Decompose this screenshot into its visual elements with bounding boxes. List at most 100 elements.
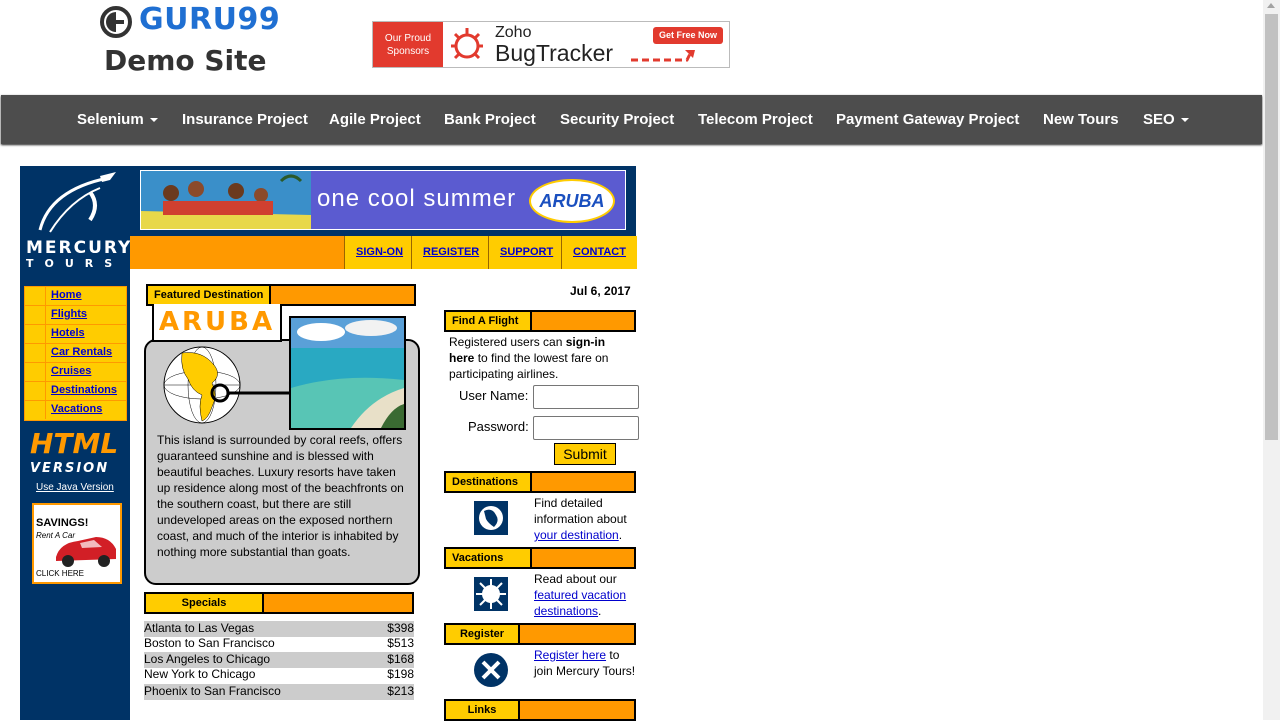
side-menu-item-home[interactable]: Home <box>25 287 126 306</box>
destinations-header: Destinations <box>444 471 636 493</box>
nav-bank-project[interactable]: Bank Project <box>444 95 536 144</box>
specials-row: Los Angeles to Chicago $168 <box>144 652 414 668</box>
sponsor-label: Our ProudSponsors <box>373 22 443 67</box>
register-here-link[interactable]: Register here <box>534 648 606 662</box>
specials-route: Phoenix to San Francisco <box>144 684 281 698</box>
mercury-logo-text: MERCURY <box>26 238 132 258</box>
chevron-down-icon <box>150 118 158 122</box>
register-link[interactable]: REGISTER <box>411 236 489 269</box>
scrollbar-thumb[interactable] <box>1265 14 1278 440</box>
submit-button[interactable]: Submit <box>554 443 616 465</box>
sun-icon <box>474 577 508 611</box>
specials-price: $168 <box>387 652 414 666</box>
specials-price: $398 <box>387 621 414 635</box>
password-input[interactable] <box>533 416 639 440</box>
sponsor-cta-button[interactable]: Get Free Now <box>653 27 723 44</box>
mercury-logo-subtext: TOURS <box>26 257 123 270</box>
ad-cta: CLICK HERE <box>36 569 84 578</box>
rent-a-car-ad[interactable]: SAVINGS! Rent A Car CLICK HERE <box>32 503 122 584</box>
username-label: User Name: <box>459 388 528 404</box>
support-link[interactable]: SUPPORT <box>488 236 562 269</box>
nav-agile-project[interactable]: Agile Project <box>329 95 421 144</box>
summer-banner: one cool summer ARUBA <box>130 166 636 236</box>
specials-route: Boston to San Francisco <box>144 636 275 650</box>
aruba-beach-photo <box>289 316 406 430</box>
nav-selenium[interactable]: Selenium <box>77 95 158 144</box>
people-on-raft-image <box>141 171 311 229</box>
destinations-text: Find detailed information about your des… <box>534 495 636 543</box>
featured-destination-header: Featured Destination <box>146 284 416 306</box>
register-header: Register <box>444 623 636 645</box>
red-car-icon <box>52 531 118 569</box>
aruba-banner-logo: ARUBA <box>529 179 615 223</box>
main-nav: Selenium Insurance Project Agile Project… <box>1 95 1262 144</box>
html-version-logo: HTML <box>30 427 118 460</box>
banner-tagline: one cool summer <box>317 185 516 213</box>
featured-destination-title: Featured Destination <box>148 286 271 304</box>
nav-security-project[interactable]: Security Project <box>560 95 674 144</box>
dashed-arrow-icon <box>629 48 699 64</box>
register-text: Register here to join Mercury Tours! <box>534 647 636 679</box>
globe-destination-icon <box>474 501 508 535</box>
destinations-title: Destinations <box>446 473 532 491</box>
use-java-version-link[interactable]: Use Java Version <box>36 482 114 493</box>
featured-destination-description: This island is surrounded by coral reefs… <box>157 432 411 560</box>
vacations-header: Vacations <box>444 547 636 569</box>
featured-vacation-destinations-link[interactable]: featured vacation destinations <box>534 588 626 618</box>
specials-row: Atlanta to Las Vegas $398 <box>144 621 414 637</box>
links-header: Links <box>444 699 636 721</box>
links-title: Links <box>446 701 520 719</box>
banner-image[interactable]: one cool summer ARUBA <box>140 170 626 230</box>
find-flight-text: Registered users can sign-in here to fin… <box>449 334 633 382</box>
side-menu-item-car-rentals[interactable]: Car Rentals <box>25 344 126 363</box>
specials-row: Boston to San Francisco $513 <box>144 636 414 652</box>
specials-row: Phoenix to San Francisco $213 <box>144 684 414 700</box>
password-label: Password: <box>468 419 529 435</box>
sign-on-link[interactable]: SIGN-ON <box>344 236 417 269</box>
specials-title: Specials <box>146 594 264 612</box>
side-menu-item-destinations[interactable]: Destinations <box>25 382 126 401</box>
specials-header: Specials <box>144 592 414 614</box>
side-menu-item-hotels[interactable]: Hotels <box>25 325 126 344</box>
specials-route: Atlanta to Las Vegas <box>144 621 254 635</box>
specials-route: New York to Chicago <box>144 667 255 681</box>
html-version-subtext: VERSION <box>30 461 109 476</box>
page-scrollbar[interactable] <box>1263 0 1280 720</box>
nav-insurance-project[interactable]: Insurance Project <box>182 95 308 144</box>
featured-destination-name: ARUBA <box>152 304 282 342</box>
find-flight-title: Find A Flight <box>446 312 532 330</box>
nav-telecom-project[interactable]: Telecom Project <box>698 95 813 144</box>
specials-price: $213 <box>387 684 414 698</box>
nav-seo[interactable]: SEO <box>1143 95 1189 144</box>
specials-route: Los Angeles to Chicago <box>144 652 270 666</box>
nav-new-tours[interactable]: New Tours <box>1043 95 1119 144</box>
side-menu-item-flights[interactable]: Flights <box>25 306 126 325</box>
register-title: Register <box>446 625 520 643</box>
your-destination-link[interactable]: your destination <box>534 528 619 542</box>
bug-icon <box>447 26 487 64</box>
sponsor-banner[interactable]: Our ProudSponsors Zoho BugTracker Get Fr… <box>372 21 730 68</box>
current-date: Jul 6, 2017 <box>570 284 631 298</box>
site-logo-text[interactable]: GURU99 <box>139 2 280 37</box>
vacations-title: Vacations <box>446 549 532 567</box>
guru99-logo-icon <box>100 6 132 38</box>
register-x-icon <box>474 653 508 687</box>
find-flight-header: Find A Flight <box>444 310 636 332</box>
specials-price: $513 <box>387 636 414 650</box>
site-logo-subtitle: Demo Site <box>104 44 267 77</box>
specials-row: New York to Chicago $198 <box>144 667 414 683</box>
scroll-up-arrow-icon[interactable] <box>1267 3 1275 8</box>
chevron-down-icon <box>1181 118 1189 122</box>
nav-payment-gateway-project[interactable]: Payment Gateway Project <box>836 95 1019 144</box>
sponsor-product: BugTracker <box>495 40 613 67</box>
airplane-logo-icon <box>30 170 120 236</box>
globe-icon <box>162 345 294 425</box>
vacations-text: Read about our featured vacation destina… <box>534 571 636 619</box>
username-input[interactable] <box>533 385 639 409</box>
ad-title: SAVINGS! <box>36 517 88 529</box>
specials-price: $198 <box>387 667 414 681</box>
contact-link[interactable]: CONTACT <box>561 236 637 269</box>
side-menu-item-vacations[interactable]: Vacations <box>25 401 126 419</box>
side-menu: Home Flights Hotels Car Rentals Cruises … <box>24 286 127 421</box>
side-menu-item-cruises[interactable]: Cruises <box>25 363 126 382</box>
